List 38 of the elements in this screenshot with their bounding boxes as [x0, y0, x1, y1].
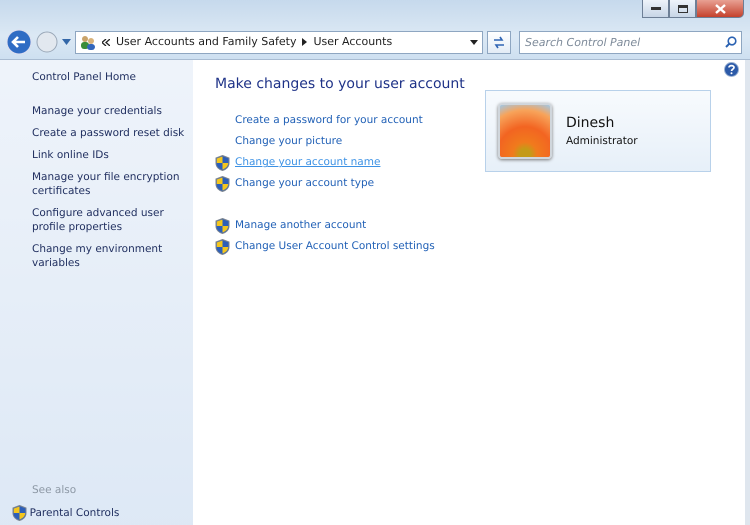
close-button[interactable]: [696, 0, 744, 18]
arrows-icon[interactable]: [492, 36, 506, 48]
sidebar-link[interactable]: Link online IDs: [32, 148, 189, 162]
help-icon[interactable]: [724, 62, 739, 77]
chevron-icon[interactable]: [102, 38, 110, 46]
sidebar-link[interactable]: Manage your credentials: [32, 104, 189, 118]
breadcrumb-item[interactable]: User Accounts: [313, 34, 392, 50]
close-icon[interactable]: [714, 4, 726, 14]
back-button[interactable]: [6, 29, 32, 55]
users-icon: [80, 34, 96, 50]
sidebar-link[interactable]: Manage your file encryption certificates: [32, 170, 189, 198]
maximize-icon[interactable]: [678, 4, 688, 12]
refresh-button[interactable]: [487, 30, 511, 54]
search-field[interactable]: Search Control Panel: [519, 30, 742, 54]
address-bar[interactable]: User Accounts and Family Safety User Accounts: [75, 30, 483, 54]
task-link[interactable]: Manage another account: [235, 218, 366, 234]
dropdown-arrow-icon[interactable]: [470, 40, 478, 44]
task-link[interactable]: Create a password for your account: [235, 113, 423, 130]
account-role: Administrator: [566, 134, 638, 149]
sidebar-link[interactable]: Control Panel Home: [32, 70, 189, 84]
minimize-icon[interactable]: [650, 6, 660, 10]
sidebar-link[interactable]: Create a password reset disk: [32, 126, 189, 140]
task-link[interactable]: Change your picture: [235, 134, 342, 150]
task-link[interactable]: Change User Account Control settings: [235, 239, 435, 256]
minimize-button[interactable]: [642, 0, 669, 18]
page-title: Make changes to your user account: [215, 76, 466, 93]
sidebar-link[interactable]: Parental Controls: [30, 506, 120, 520]
sidebar-link[interactable]: Configure advanced user profile properties: [32, 206, 189, 234]
maximize-button[interactable]: [669, 0, 696, 18]
task-link[interactable]: Change your account type: [235, 176, 374, 192]
account-picture: [498, 103, 552, 159]
history-dropdown-icon[interactable]: [62, 39, 71, 45]
account-name: Dinesh: [566, 114, 616, 133]
breadcrumb-item[interactable]: User Accounts and Family Safety: [116, 34, 296, 50]
section-heading: See also: [32, 483, 78, 498]
search-icon[interactable]: [725, 36, 737, 48]
separator-arrow-icon: [302, 38, 308, 46]
sidebar-link[interactable]: Change my environment variables: [32, 242, 189, 270]
